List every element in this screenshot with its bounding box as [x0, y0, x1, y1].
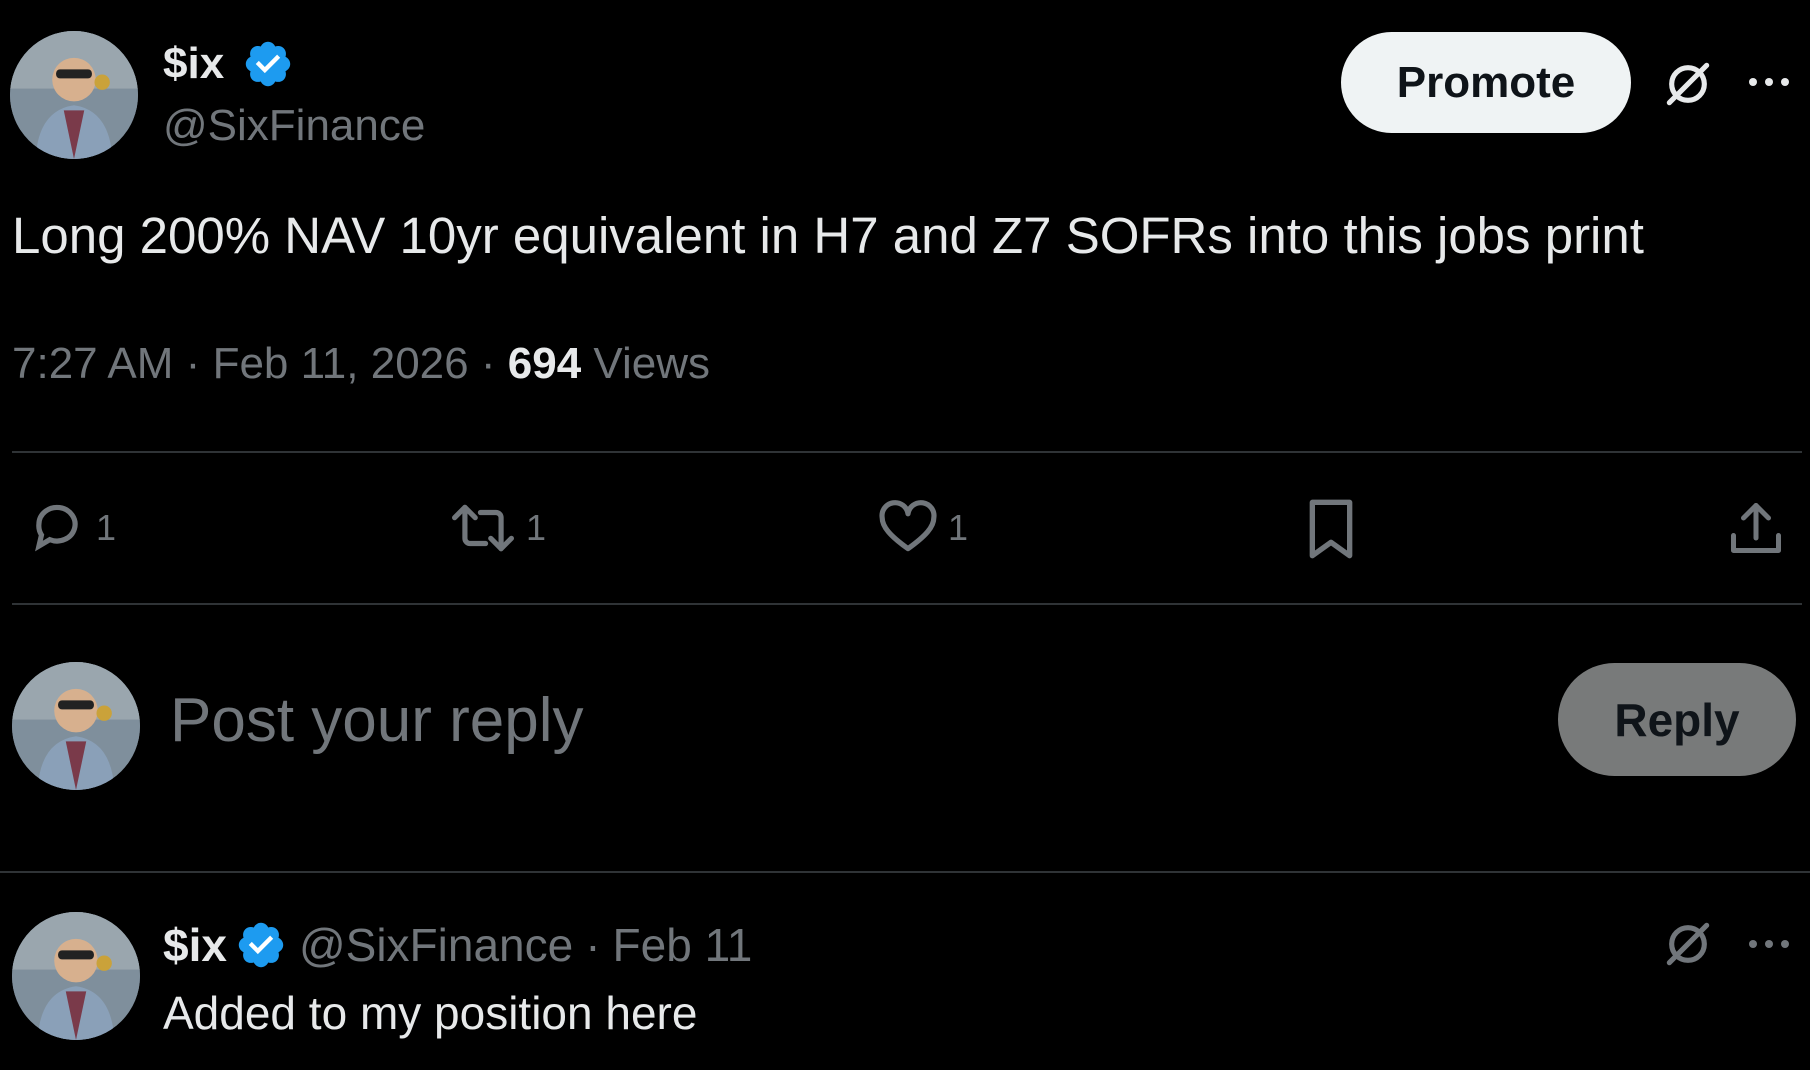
reply-action[interactable]: 1: [26, 497, 116, 559]
grok-icon[interactable]: [1660, 916, 1716, 972]
reply-date[interactable]: Feb 11: [613, 918, 753, 972]
views-label: Views: [593, 339, 710, 388]
meta-separator: ·: [480, 339, 496, 388]
reply-author-name[interactable]: $ix: [163, 918, 227, 972]
repost-action[interactable]: 1: [448, 497, 546, 559]
reply-count: 1: [96, 507, 117, 548]
tweet-meta: 7:27 AM · Feb 11, 2026 · 694 Views: [12, 339, 710, 389]
tweet-time[interactable]: 7:27 AM: [12, 339, 173, 388]
author-handle[interactable]: @SixFinance: [163, 104, 425, 148]
meta-separator: ·: [585, 919, 601, 971]
more-icon[interactable]: [1745, 924, 1793, 964]
reply-button[interactable]: Reply: [1558, 663, 1796, 776]
divider: [12, 603, 1802, 605]
tweet-text: Long 200% NAV 10yr equivalent in H7 and …: [12, 207, 1644, 264]
views-count[interactable]: 694: [508, 339, 581, 388]
more-icon[interactable]: [1745, 62, 1793, 102]
verified-badge-icon: [238, 922, 284, 968]
bookmark-icon[interactable]: [1302, 497, 1360, 561]
like-count: 1: [948, 507, 969, 548]
promote-button[interactable]: Promote: [1341, 32, 1631, 133]
verified-badge-icon: [242, 38, 294, 90]
tweet-date[interactable]: Feb 11, 2026: [213, 339, 469, 388]
author-avatar[interactable]: [10, 31, 138, 159]
divider: [12, 451, 1802, 453]
divider: [0, 871, 1810, 873]
author-name[interactable]: $ix: [163, 42, 224, 86]
grok-icon[interactable]: [1660, 56, 1716, 112]
reply-author-avatar[interactable]: [12, 912, 140, 1040]
reply-input[interactable]: Post your reply: [170, 685, 584, 756]
like-action[interactable]: 1: [876, 497, 968, 559]
repost-icon: [452, 504, 514, 552]
repost-count: 1: [526, 507, 547, 548]
meta-separator: ·: [185, 339, 201, 388]
like-icon: [879, 500, 937, 552]
reply-author-handle[interactable]: @SixFinance: [299, 918, 573, 972]
share-icon[interactable]: [1726, 497, 1786, 559]
reply-header: $ix @SixFinance · Feb 11: [163, 918, 752, 972]
reply-text: Added to my position here: [163, 987, 698, 1039]
composer-avatar[interactable]: [12, 662, 140, 790]
reply-icon: [35, 504, 78, 552]
